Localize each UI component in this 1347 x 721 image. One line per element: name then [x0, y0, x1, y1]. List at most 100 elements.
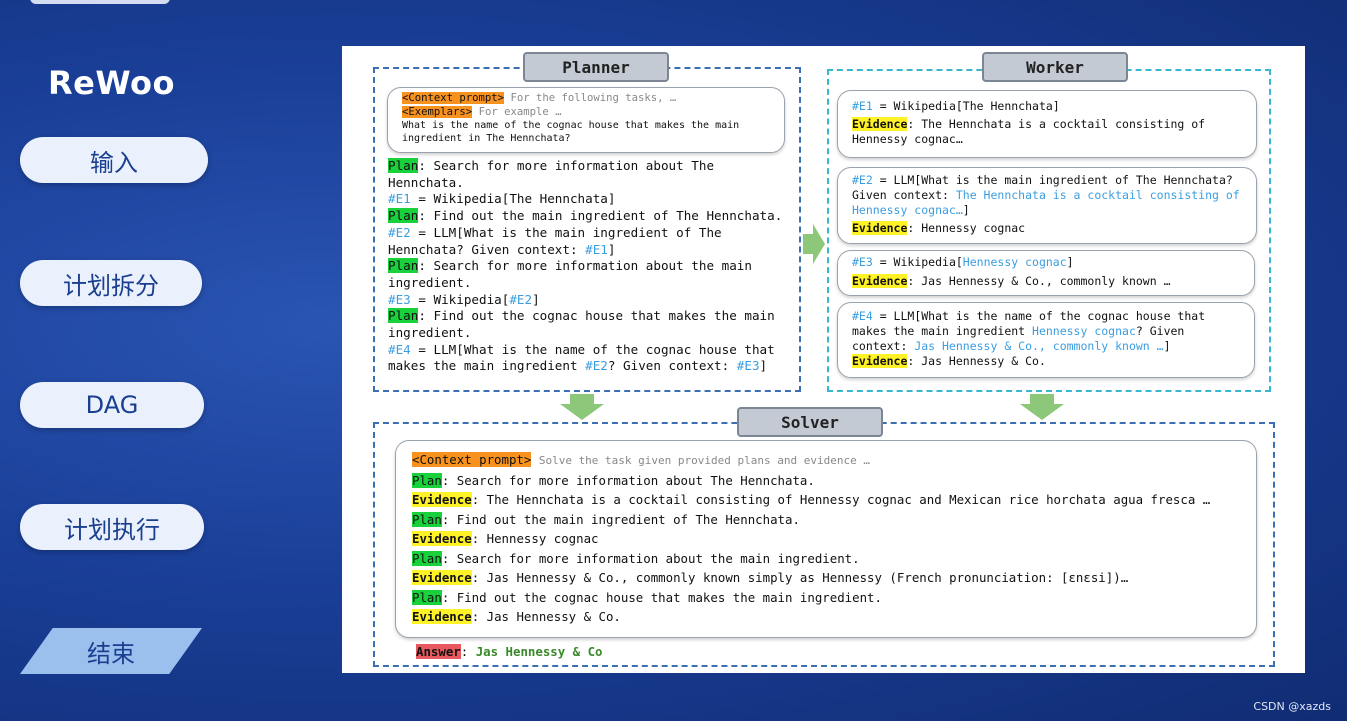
- evidence-call: = Wikipedia[The Hennchata]: [410, 191, 616, 207]
- top-decoration: [30, 0, 170, 4]
- evidence-call: Hennchata? Given context:: [388, 241, 586, 257]
- evidence-label: Evidence: [852, 221, 908, 235]
- plan-label: Plan: [412, 511, 442, 527]
- evidence-text: : Jas Hennessy & Co.: [471, 609, 621, 624]
- context-text: Hennessy cognac…: [852, 203, 963, 217]
- solver-header: Solver: [737, 407, 883, 437]
- rewoo-figure: Planner <Context prompt> For the followi…: [342, 46, 1305, 673]
- context-label: Given context:: [852, 188, 956, 202]
- evidence-text: : Jas Hennessy & Co.: [907, 354, 1046, 368]
- nav-item-dag[interactable]: DAG: [20, 382, 204, 428]
- plan-text: : Find out the cognac house that makes t…: [441, 589, 882, 605]
- question-line: ingredient in The Hennchata?: [402, 133, 571, 144]
- evidence-call: = LLM[What is the main ingredient of The: [410, 224, 722, 240]
- solver-row: Plan: Find out the main ingredient of Th…: [412, 510, 1240, 530]
- evidence-id: #E3: [852, 255, 873, 269]
- planner-header: Planner: [523, 52, 669, 82]
- evidence-label: Evidence: [852, 274, 908, 288]
- evidence-id: #E1: [388, 191, 411, 207]
- context-label: context:: [852, 339, 915, 353]
- plan-text: : Find out the main ingredient of The He…: [418, 208, 783, 224]
- tool-arg: Hennessy cognac: [962, 255, 1067, 269]
- solver-rows: Plan: Search for more information about …: [412, 471, 1240, 627]
- evidence-label: Evidence: [412, 609, 472, 624]
- nav-item-input[interactable]: 输入: [20, 137, 208, 183]
- tool-call: = Wikipedia[The Hennchata]: [872, 99, 1060, 113]
- question-line: What is the name of the cognac house tha…: [402, 120, 740, 131]
- arrow-down-icon: [560, 394, 604, 420]
- solver-row: Evidence: Jas Hennessy & Co., commonly k…: [412, 568, 1240, 588]
- tool-call: makes the main ingredient: [852, 324, 1033, 338]
- evidence-id: #E2: [852, 173, 873, 187]
- plan-label: Plan: [388, 258, 419, 274]
- plan-text: : Find out the main ingredient of The He…: [441, 511, 800, 527]
- arrow-down-icon: [1020, 394, 1064, 420]
- nav-item-plan-execute[interactable]: 计划执行: [20, 504, 204, 550]
- worker-card-e2: #E2 = LLM[What is the main ingredient of…: [837, 167, 1257, 244]
- answer-line: Answer: Jas Hennessy & Co: [416, 644, 603, 659]
- plan-label: Plan: [412, 550, 442, 566]
- answer-colon: :: [460, 644, 476, 659]
- arrow-right-icon: [803, 224, 825, 264]
- evidence-call-end: ]: [607, 241, 616, 257]
- evidence-call-end: ]: [759, 358, 768, 374]
- evidence-ref: #E3: [736, 358, 760, 374]
- evidence-call: makes the main ingredient: [388, 358, 586, 374]
- evidence-ref: #E2: [585, 358, 608, 374]
- solver-row: Evidence: Hennessy cognac: [412, 529, 1240, 549]
- evidence-id: #E1: [852, 99, 873, 113]
- plan-label: Plan: [388, 308, 419, 324]
- evidence-call-end: ]: [532, 291, 540, 307]
- plan-text: Hennchata.: [388, 174, 464, 190]
- plan-text: : Search for more information about The: [418, 158, 715, 173]
- plan-text: : Find out the cognac house that makes t…: [418, 308, 775, 324]
- tool-call: = Wikipedia[: [872, 255, 963, 269]
- plan-label: Plan: [388, 208, 419, 224]
- evidence-text: : Jas Hennessy & Co., commonly known sim…: [471, 570, 1129, 585]
- solver-row: Evidence: Jas Hennessy & Co.: [412, 607, 1240, 627]
- plan-text: ingredient.: [388, 325, 472, 341]
- evidence-ref: #E2: [509, 291, 533, 307]
- plan-label: Plan: [388, 158, 419, 173]
- evidence-id: #E2: [388, 224, 411, 240]
- evidence-call: = Wikipedia[: [410, 291, 510, 307]
- answer-label: Answer: [416, 644, 461, 659]
- plan-text: : Search for more information about the …: [441, 550, 860, 566]
- solver-card: <Context prompt> Solve the task given pr…: [395, 440, 1257, 638]
- worker-header: Worker: [982, 52, 1128, 82]
- context-text: The Hennchata is a cocktail consisting o…: [955, 188, 1240, 202]
- plan-text: ingredient.: [388, 274, 472, 290]
- tool-call-end: ]: [962, 203, 970, 217]
- evidence-text: : Jas Hennessy & Co., commonly known …: [907, 274, 1171, 288]
- evidence-text: : Hennessy cognac: [907, 221, 1026, 235]
- worker-card-e3: #E3 = Wikipedia[Hennessy cognac] Evidenc…: [837, 250, 1255, 296]
- page-title: ReWoo: [48, 64, 175, 102]
- context-prompt-text: For the following tasks, …: [510, 92, 677, 104]
- worker-card-e1: #E1 = Wikipedia[The Hennchata] Evidence:…: [837, 90, 1257, 158]
- tool-call: = LLM[What is the main ingredient of The…: [872, 173, 1233, 187]
- solver-row: Plan: Search for more information about …: [412, 549, 1240, 569]
- evidence-label: Evidence: [852, 354, 908, 368]
- evidence-text: Hennessy cognac…: [852, 132, 963, 146]
- evidence-text: : The Hennchata is a cocktail consisting…: [907, 117, 1206, 131]
- evidence-id: #E4: [852, 309, 873, 323]
- solver-row: Evidence: The Hennchata is a cocktail co…: [412, 490, 1240, 510]
- tool-call: ? Given: [1135, 324, 1185, 338]
- tool-call-end: ]: [1066, 255, 1074, 269]
- evidence-id: #E4: [388, 341, 411, 357]
- context-prompt-tag: <Context prompt>: [412, 452, 532, 467]
- nav-item-plan-split[interactable]: 计划拆分: [20, 260, 202, 306]
- context-prompt-text: Solve the task given provided plans and …: [538, 454, 870, 467]
- context-text: Jas Hennessy & Co., commonly known …: [914, 339, 1164, 353]
- answer-value: Jas Hennessy & Co: [475, 644, 603, 659]
- evidence-label: Evidence: [412, 570, 472, 585]
- evidence-text: : Hennessy cognac: [471, 531, 599, 546]
- solver-row: Plan: Find out the cognac house that mak…: [412, 588, 1240, 608]
- watermark: CSDN @xazds: [1253, 700, 1331, 713]
- context-text: Hennessy cognac: [1032, 324, 1136, 338]
- nav-item-end[interactable]: 结束: [20, 628, 202, 674]
- evidence-call: ? Given context:: [607, 358, 737, 374]
- worker-card-e4: #E4 = LLM[What is the name of the cognac…: [837, 302, 1255, 378]
- planner-prompt-card: <Context prompt> For the following tasks…: [387, 87, 785, 153]
- evidence-id: #E3: [388, 291, 411, 307]
